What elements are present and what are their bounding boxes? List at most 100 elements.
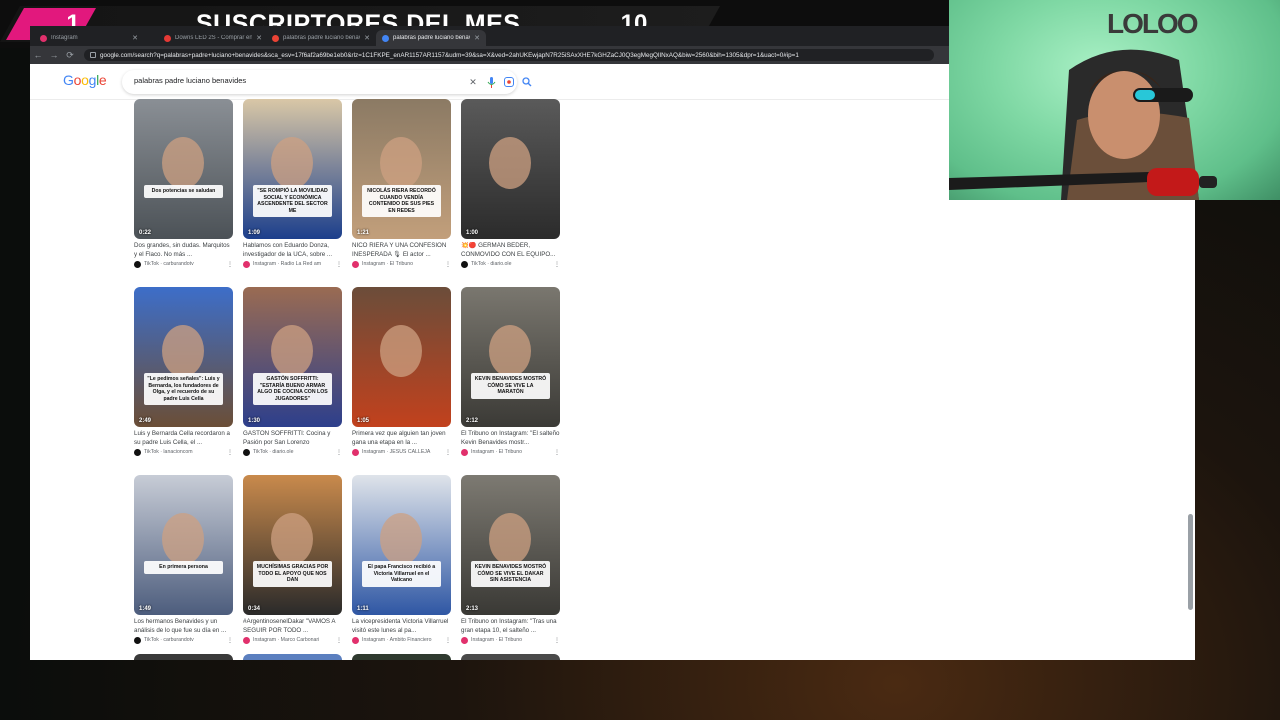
video-result-card[interactable]: "Le pedimos señales": Luis y Bernarda, l… — [134, 287, 233, 457]
close-icon[interactable]: ✕ — [364, 34, 370, 42]
video-thumbnail[interactable]: MUCHÍSIMAS GRACIAS POR TODO EL APOYO QUE… — [243, 475, 342, 615]
video-duration: 0:22 — [139, 230, 152, 236]
more-options-icon[interactable]: ⋮ — [227, 449, 233, 456]
instagram-icon — [40, 34, 47, 42]
clear-icon[interactable]: ✕ — [466, 75, 480, 89]
more-options-icon[interactable]: ⋮ — [445, 449, 451, 456]
site-info-icon[interactable] — [90, 52, 96, 58]
thumbnail-overlay-text: "Le pedimos señales": Luis y Bernarda, l… — [144, 373, 223, 405]
video-thumbnail[interactable]: En primera persona 1:49 — [134, 475, 233, 615]
browser-tab-active[interactable]: palabras padre luciano benav... ✕ — [376, 30, 486, 46]
voice-search-icon[interactable] — [484, 75, 498, 89]
forward-icon[interactable]: → — [46, 50, 62, 60]
instagram-icon — [461, 636, 468, 644]
more-options-icon[interactable]: ⋮ — [445, 261, 451, 268]
close-icon[interactable]: ✕ — [256, 34, 262, 42]
video-result-card[interactable]: "SE ROMPIÓ LA MOVILIDAD SOCIAL Y ECONÓMI… — [243, 99, 342, 269]
video-thumbnail[interactable]: Dos potencias se saludan 0:22 — [134, 99, 233, 239]
thumbnail-overlay-text: El papa Francisco recibió a Victoria Vil… — [362, 561, 441, 587]
result-caption[interactable]: Los hermanos Benavides y un análisis de … — [134, 618, 233, 635]
result-caption[interactable]: 💥🔴 GERMÁN BEDER, CONMOVIDO CON EL EQUIPO… — [461, 242, 560, 259]
instagram-icon — [461, 448, 468, 456]
partial-result-thumbnail[interactable] — [461, 654, 560, 660]
search-icon[interactable] — [520, 75, 534, 89]
video-result-card[interactable]: El papa Francisco recibió a Victoria Vil… — [352, 475, 451, 645]
thumbnail-person-shape — [271, 325, 313, 377]
video-result-card[interactable]: NICOLÁS RIERA RECORDÓ CUANDO VENDÍA CONT… — [352, 99, 451, 269]
instagram-icon — [352, 260, 359, 268]
result-caption[interactable]: La vicepresidenta Victoria Villarruel vi… — [352, 618, 451, 635]
tab-label: Downs LED 2S - Comprar en L... — [175, 35, 253, 41]
more-options-icon[interactable]: ⋮ — [554, 637, 560, 644]
video-result-card[interactable]: Dos potencias se saludan 0:22 Dos grandes,… — [134, 99, 233, 269]
source-name: TikTok · lanacioncom — [144, 449, 193, 455]
more-options-icon[interactable]: ⋮ — [445, 637, 451, 644]
more-options-icon[interactable]: ⋮ — [554, 449, 560, 456]
search-input[interactable]: palabras padre luciano benavides — [134, 76, 246, 85]
close-icon[interactable]: ✕ — [132, 34, 138, 42]
video-result-card[interactable]: KEVIN BENAVIDES MOSTRÓ CÓMO SE VIVE EL D… — [461, 475, 560, 645]
partial-result-thumbnail[interactable] — [243, 654, 342, 660]
thumbnail-overlay-text: GASTÓN SOFFRITTI: "ESTARÍA BUENO ARMAR A… — [253, 373, 332, 405]
video-result-card[interactable]: KEVIN BENAVIDES MOSTRÓ CÓMO SE VIVE LA M… — [461, 287, 560, 457]
result-caption[interactable]: Luis y Bernarda Cella recordaron a su pa… — [134, 430, 233, 447]
back-icon[interactable]: ← — [30, 50, 46, 60]
source-name: TikTok · carburandotv — [144, 261, 194, 267]
video-thumbnail[interactable]: El papa Francisco recibió a Victoria Vil… — [352, 475, 451, 615]
video-thumbnail[interactable]: "Le pedimos señales": Luis y Bernarda, l… — [134, 287, 233, 427]
video-result-card[interactable]: En primera persona 1:49 Los hermanos Benav… — [134, 475, 233, 645]
video-result-card[interactable]: 1:00 💥🔴 GERMÁN BEDER, CONMOVIDO CON EL EQ… — [461, 99, 560, 269]
more-options-icon[interactable]: ⋮ — [554, 261, 560, 268]
thumbnail-overlay-text: MUCHÍSIMAS GRACIAS POR TODO EL APOYO QUE… — [253, 561, 332, 587]
source-name: TikTok · carburandotv — [144, 637, 194, 643]
more-options-icon[interactable]: ⋮ — [227, 261, 233, 268]
close-icon[interactable]: ✕ — [474, 34, 480, 42]
google-icon — [272, 34, 279, 42]
source-name: Instagram · Marco Carbonari — [253, 637, 320, 643]
reload-icon[interactable]: ⟳ — [62, 50, 78, 61]
result-source: TikTok · carburandotv ⋮ — [134, 636, 233, 644]
video-thumbnail[interactable]: KEVIN BENAVIDES MOSTRÓ CÓMO SE VIVE EL D… — [461, 475, 560, 615]
url-input[interactable]: google.com/search?q=palabras+padre+lucia… — [84, 49, 934, 61]
lens-icon[interactable] — [502, 75, 516, 89]
video-result-card[interactable]: MUCHÍSIMAS GRACIAS POR TODO EL APOYO QUE… — [243, 475, 342, 645]
tab-label: palabras padre luciano benav... — [283, 35, 361, 41]
google-icon — [382, 34, 389, 42]
more-options-icon[interactable]: ⋮ — [336, 637, 342, 644]
result-caption[interactable]: El Tribuno on Instagram: "El salteño Kev… — [461, 430, 560, 447]
result-caption[interactable]: El Tribuno on Instagram: "Tras una gran … — [461, 618, 560, 635]
page-scrollbar[interactable] — [1188, 514, 1193, 610]
result-caption[interactable]: #ArgentinosenelDakar "VAMOS A SEGUIR POR… — [243, 618, 342, 635]
more-options-icon[interactable]: ⋮ — [336, 449, 342, 456]
search-box[interactable]: palabras padre luciano benavides ✕ — [122, 70, 532, 94]
result-caption[interactable]: GASTÓN SOFFRITTI: Cocina y Pasión por Sa… — [243, 430, 342, 447]
video-thumbnail[interactable]: 1:00 — [461, 99, 560, 239]
partial-result-thumbnail[interactable] — [134, 654, 233, 660]
result-source: TikTok · diario.ole ⋮ — [243, 448, 342, 456]
more-options-icon[interactable]: ⋮ — [336, 261, 342, 268]
result-caption[interactable]: Primera vez que alguien tan joven gana u… — [352, 430, 451, 447]
streamer-figure — [949, 49, 1217, 200]
tiktok-icon — [243, 448, 250, 456]
thumbnail-person-shape — [162, 137, 204, 189]
video-thumbnail[interactable]: GASTÓN SOFFRITTI: "ESTARÍA BUENO ARMAR A… — [243, 287, 342, 427]
browser-tab[interactable]: Instagram ✕ — [34, 30, 144, 46]
result-caption[interactable]: NICO RIERA Y UNA CONFESIÓN INESPERADA 🎙 … — [352, 242, 451, 259]
google-logo[interactable]: Google — [63, 72, 107, 88]
result-caption[interactable]: Dos grandes, sin dudas. Marquitos y el F… — [134, 242, 233, 259]
instagram-icon — [352, 448, 359, 456]
partial-result-thumbnail[interactable] — [352, 654, 451, 660]
video-result-card[interactable]: 1:05 Primera vez que alguien tan joven ga… — [352, 287, 451, 457]
browser-tab[interactable]: palabras padre luciano benav... ✕ — [266, 30, 376, 46]
video-thumbnail[interactable]: 1:05 — [352, 287, 451, 427]
thumbnail-overlay-text: Dos potencias se saludan — [144, 185, 223, 198]
thumbnail-person-shape — [162, 513, 204, 565]
more-options-icon[interactable]: ⋮ — [227, 637, 233, 644]
video-thumbnail[interactable]: NICOLÁS RIERA RECORDÓ CUANDO VENDÍA CONT… — [352, 99, 451, 239]
video-result-card[interactable]: GASTÓN SOFFRITTI: "ESTARÍA BUENO ARMAR A… — [243, 287, 342, 457]
video-thumbnail[interactable]: KEVIN BENAVIDES MOSTRÓ CÓMO SE VIVE LA M… — [461, 287, 560, 427]
video-thumbnail[interactable]: "SE ROMPIÓ LA MOVILIDAD SOCIAL Y ECONÓMI… — [243, 99, 342, 239]
webcam-feed: LOLOO — [949, 0, 1280, 200]
result-caption[interactable]: Hablamos con Eduardo Donza, investigador… — [243, 242, 342, 259]
browser-tab[interactable]: Downs LED 2S - Comprar en L... ✕ — [158, 30, 268, 46]
